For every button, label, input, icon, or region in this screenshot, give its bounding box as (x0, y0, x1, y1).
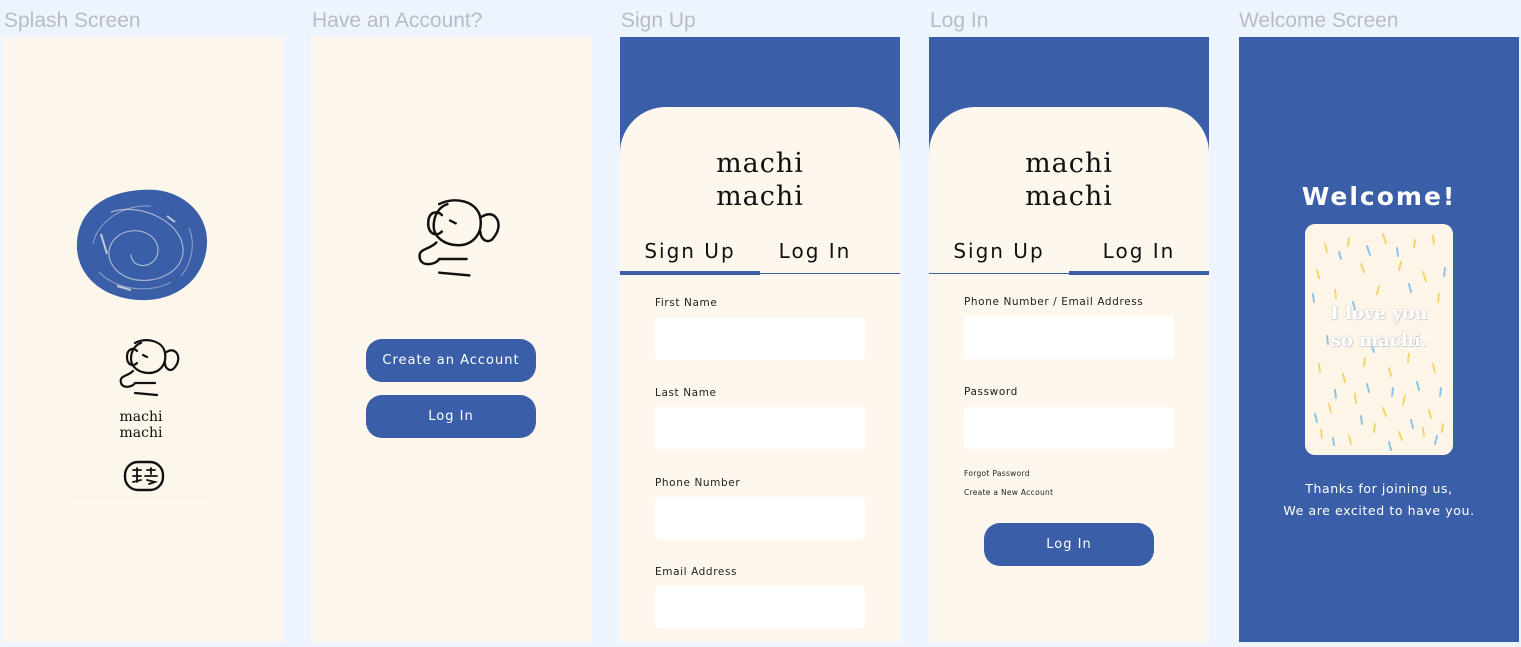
last-name-field[interactable] (655, 407, 865, 449)
frame-title-welcome: Welcome Screen (1239, 9, 1399, 32)
signup-brand: machi machi (620, 147, 900, 213)
user-id-label: Phone Number / Email Address (964, 296, 1144, 308)
confetti-card: I love you so machi. (1305, 224, 1453, 455)
frame-title-signup: Sign Up (621, 9, 696, 32)
scribble-ball-icon (76, 189, 208, 301)
tab-login[interactable]: Log In (1069, 239, 1209, 275)
login-brand: machi machi (929, 147, 1209, 213)
password-field[interactable] (964, 407, 1174, 449)
thanks-message: Thanks for joining us, We are excited to… (1239, 478, 1519, 522)
thanks-line1: Thanks for joining us, (1305, 481, 1453, 496)
create-account-link[interactable]: Create a New Account (964, 488, 1053, 497)
frame-title-login: Log In (930, 9, 989, 32)
login-submit-button[interactable]: Log In (984, 523, 1154, 566)
welcome-heading: Welcome! (1301, 182, 1457, 211)
signup-tabs: Sign Up Log In (620, 239, 900, 275)
splash-brand: machi machi (71, 409, 211, 441)
thanks-line2: We are excited to have you. (1283, 503, 1475, 518)
stamp-icon (123, 460, 165, 492)
tab-login[interactable]: Log In (745, 239, 885, 272)
account-screen: Create an Account Log In (311, 37, 591, 642)
love-message-line2: so machi. (1330, 330, 1428, 351)
splash-brand-line2: machi (119, 425, 163, 441)
frame-title-account: Have an Account? (312, 9, 483, 32)
email-address-label: Email Address (655, 566, 738, 578)
create-account-button[interactable]: Create an Account (366, 339, 536, 382)
signup-brand-line1: machi (716, 148, 804, 179)
dog-icon (119, 339, 180, 397)
signup-card: machi machi Sign Up Log In First Name La… (620, 107, 900, 642)
signup-screen: machi machi Sign Up Log In First Name La… (620, 37, 900, 642)
phone-number-label: Phone Number (655, 477, 741, 489)
login-card: machi machi Sign Up Log In Phone Number … (929, 107, 1209, 642)
last-name-label: Last Name (655, 387, 717, 399)
splash-screen: machi machi (3, 37, 283, 642)
tab-signup[interactable]: Sign Up (620, 239, 760, 275)
welcome-screen: Welcome! I love you so machi. Thanks for… (1239, 37, 1519, 642)
love-message-line1: I love you (1330, 303, 1428, 324)
phone-number-field[interactable] (655, 497, 865, 539)
login-brand-line2: machi (1025, 181, 1113, 212)
frame-title-splash: Splash Screen (4, 9, 141, 32)
forgot-password-link[interactable]: Forgot Password (964, 469, 1030, 478)
email-address-field[interactable] (655, 586, 865, 628)
first-name-label: First Name (655, 297, 718, 309)
dog-icon (418, 199, 500, 277)
password-label: Password (964, 386, 1018, 398)
splash-brand-line1: machi (119, 409, 163, 425)
first-name-field[interactable] (655, 318, 865, 360)
login-brand-line1: machi (1025, 148, 1113, 179)
user-id-field[interactable] (964, 317, 1174, 359)
login-tabs: Sign Up Log In (929, 239, 1209, 275)
love-message: I love you so machi. (1305, 300, 1453, 354)
signup-brand-line2: machi (716, 181, 804, 212)
tab-signup[interactable]: Sign Up (929, 239, 1069, 272)
login-button[interactable]: Log In (366, 395, 536, 438)
login-screen: machi machi Sign Up Log In Phone Number … (929, 37, 1209, 642)
